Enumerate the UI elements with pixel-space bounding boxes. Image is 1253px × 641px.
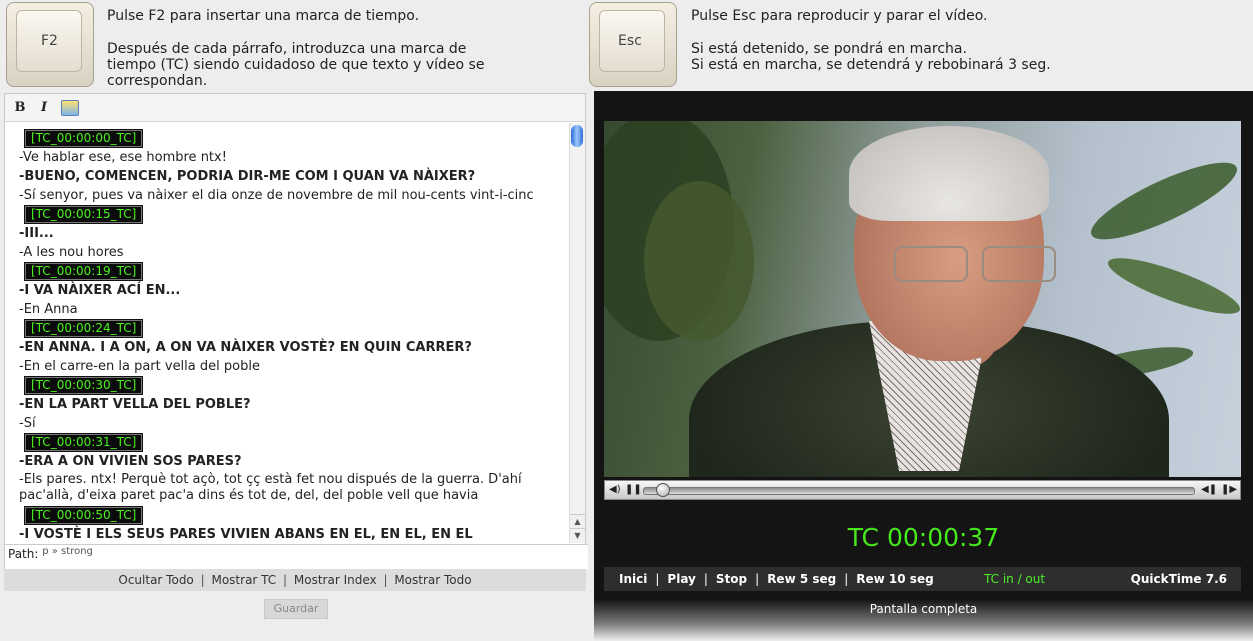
editor-text-area[interactable]: [TC_00:00:00_TC] -Ve hablar ese, ese homb… bbox=[5, 123, 571, 543]
interviewer-line: -III... bbox=[19, 226, 54, 241]
separator: | bbox=[844, 572, 849, 586]
scroll-down-arrow-icon[interactable]: ▼ bbox=[570, 528, 585, 543]
interviewer-line: -BUENO, COMENCEN, PODRIA DIR-ME COM I QU… bbox=[19, 169, 476, 184]
separator: | bbox=[703, 572, 708, 586]
fullscreen-button[interactable]: Pantalla completa bbox=[594, 602, 1253, 616]
timecode-marker[interactable]: [TC_00:00:19_TC] bbox=[23, 262, 144, 281]
start-button[interactable]: Inici bbox=[619, 572, 647, 586]
interviewer-line: -ERA A ON VIVIEN SOS PARES? bbox=[19, 454, 242, 469]
timecode-marker[interactable]: [TC_00:00:31_TC] bbox=[23, 433, 144, 452]
interviewee-line: -En el carre-en la part vella del poble bbox=[19, 359, 260, 374]
insert-image-icon[interactable] bbox=[61, 99, 79, 116]
timecode-line: [TC_00:00:24_TC] bbox=[19, 319, 571, 338]
interviewer-line: -EN LA PART VELLA DEL POBLE? bbox=[19, 397, 251, 412]
interviewer-line: -I VOSTÈ I ELS SEUS PARES VIVIEN ABANS E… bbox=[19, 527, 473, 542]
f2-instruction-line2: Después de cada párrafo, introduzca una … bbox=[107, 41, 485, 89]
hide-all-link[interactable]: Ocultar Todo bbox=[118, 573, 193, 587]
timecode-marker[interactable]: [TC_00:00:50_TC] bbox=[23, 506, 144, 525]
stop-button[interactable]: Stop bbox=[716, 572, 747, 586]
progress-track[interactable] bbox=[643, 487, 1195, 495]
timecode-line: [TC_00:00:50_TC] bbox=[19, 506, 571, 525]
esc-instruction-line2: Si está detenido, se pondrá en marcha. S… bbox=[691, 41, 1051, 73]
show-index-link[interactable]: Mostrar Index bbox=[294, 573, 377, 587]
video-player: ◀) ❚❚ ◀❚ ❚▶ TC 00:00:37 Inici | Play | Stop |… bbox=[594, 91, 1253, 641]
timecode-marker[interactable]: [TC_00:00:15_TC] bbox=[23, 205, 144, 224]
rewind-10-button[interactable]: Rew 10 seg bbox=[856, 572, 933, 586]
f2-instruction-panel: F2 Pulse F2 para insertar una marca de t… bbox=[4, 0, 584, 90]
timecode-display: TC 00:00:37 bbox=[847, 523, 1000, 552]
show-tc-link[interactable]: Mostrar TC bbox=[211, 573, 276, 587]
separator: | bbox=[655, 572, 660, 586]
f2-key-label: F2 bbox=[41, 33, 58, 49]
timecode-line: [TC_00:00:19_TC] bbox=[19, 262, 571, 281]
interviewee-line: -Els pares. ntx! Perquè tot açò, tot çç … bbox=[19, 472, 522, 503]
interviewee-line: -A les nou hores bbox=[19, 245, 124, 260]
editor-scrollbar[interactable]: ▲ ▼ bbox=[569, 123, 585, 543]
timecode-line: [TC_00:00:30_TC] bbox=[19, 376, 571, 395]
interviewer-line: -I VA NÀIXER ACÍ EN... bbox=[19, 283, 181, 298]
timecode-line: [TC_00:00:31_TC] bbox=[19, 433, 571, 452]
interviewee-line: -Ve hablar ese, ese hombre ntx! bbox=[19, 150, 227, 165]
bold-button[interactable]: B bbox=[13, 100, 27, 116]
step-forward-icon[interactable]: ❚▶ bbox=[1221, 483, 1237, 497]
timecode-marker[interactable]: [TC_00:00:24_TC] bbox=[23, 319, 144, 338]
path-value: p » strong bbox=[42, 546, 93, 557]
step-back-icon[interactable]: ◀❚ bbox=[1201, 483, 1217, 497]
transcript-editor: B I [TC_00:00:00_TC] -Ve hablar ese, ese … bbox=[4, 93, 588, 569]
view-options-bar: Ocultar Todo | Mostrar TC | Mostrar Inde… bbox=[4, 569, 586, 591]
editor-path-bar: Path: p » strong bbox=[5, 544, 588, 569]
italic-button[interactable]: I bbox=[37, 100, 51, 116]
separator: | bbox=[755, 572, 760, 586]
timecode-marker[interactable]: [TC_00:00:30_TC] bbox=[23, 376, 144, 395]
quicktime-controller: ◀) ❚❚ ◀❚ ❚▶ bbox=[604, 480, 1241, 500]
quicktime-version-label: QuickTime 7.6 bbox=[1130, 572, 1227, 586]
player-control-bar: Inici | Play | Stop | Rew 5 seg | Rew 10 seg TC … bbox=[604, 567, 1241, 591]
scrollbar-thumb[interactable] bbox=[571, 125, 583, 147]
esc-key-label: Esc bbox=[618, 33, 642, 49]
interviewer-line: -EN ANNA. I A ON, A ON VA NÀIXER VOSTÈ? … bbox=[19, 340, 472, 355]
separator: | bbox=[283, 573, 288, 587]
interviewee-line: -Sí senyor, pues va nàixer el dia onze d… bbox=[19, 188, 534, 203]
scroll-up-arrow-icon[interactable]: ▲ bbox=[570, 514, 585, 529]
timecode-marker[interactable]: [TC_00:00:00_TC] bbox=[23, 129, 144, 148]
f2-key-icon: F2 bbox=[6, 2, 94, 87]
esc-instruction-panel: Esc Pulse Esc para reproducir y parar el… bbox=[587, 0, 1237, 90]
esc-key-icon: Esc bbox=[589, 2, 677, 87]
interviewee-line: -Sí bbox=[19, 416, 36, 431]
path-label: Path: bbox=[8, 547, 39, 561]
f2-instruction-line1: Pulse F2 para insertar una marca de tiem… bbox=[107, 8, 420, 24]
editor-toolbar: B I bbox=[5, 94, 585, 122]
separator: | bbox=[200, 573, 205, 587]
play-button[interactable]: Play bbox=[667, 572, 695, 586]
save-button[interactable]: Guardar bbox=[264, 599, 328, 619]
volume-icon[interactable]: ◀) bbox=[609, 483, 621, 497]
timecode-line: [TC_00:00:00_TC] bbox=[19, 129, 571, 148]
tc-in-out-button[interactable]: TC in / out bbox=[984, 567, 1045, 591]
esc-instruction-line1: Pulse Esc para reproducir y parar el víd… bbox=[691, 8, 988, 24]
video-frame[interactable] bbox=[604, 121, 1241, 477]
interviewee-line: -En Anna bbox=[19, 302, 78, 317]
show-all-link[interactable]: Mostrar Todo bbox=[394, 573, 471, 587]
separator: | bbox=[383, 573, 388, 587]
playhead-knob[interactable] bbox=[655, 483, 670, 497]
rewind-5-button[interactable]: Rew 5 seg bbox=[767, 572, 836, 586]
pause-icon[interactable]: ❚❚ bbox=[625, 483, 642, 497]
timecode-line: [TC_00:00:15_TC] bbox=[19, 205, 571, 224]
